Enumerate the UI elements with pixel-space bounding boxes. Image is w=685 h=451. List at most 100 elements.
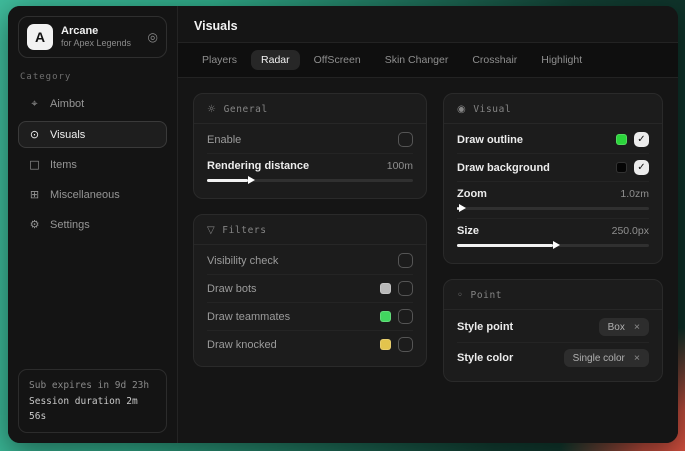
panel-filters: ▽ Filters Visibility check Dra <box>193 214 427 367</box>
draw-bots-color-swatch[interactable] <box>380 283 391 294</box>
aimbot-icon: ⌖ <box>28 97 41 111</box>
size-label: Size <box>457 225 479 237</box>
draw-bots-checkbox[interactable] <box>398 281 413 296</box>
row-zoom: Zoom 1.0zm <box>457 181 649 218</box>
miscellaneous-icon: ⊞ <box>28 188 41 201</box>
app-subtitle: for Apex Legends <box>61 38 140 49</box>
visuals-icon: ⊙ <box>28 128 41 141</box>
tab-offscreen[interactable]: OffScreen <box>304 50 371 70</box>
sidebar-spacer <box>18 241 167 369</box>
session-card: Sub expires in 9d 23h Session duration 2… <box>18 369 167 433</box>
draw-teammates-color-swatch[interactable] <box>380 311 391 322</box>
draw-background-label: Draw background <box>457 162 550 174</box>
slider-thumb[interactable] <box>553 241 560 249</box>
enable-checkbox[interactable] <box>398 132 413 147</box>
tab-crosshair[interactable]: Crosshair <box>462 50 527 70</box>
main-area: Visuals Players Radar OffScreen Skin Cha… <box>178 6 678 443</box>
tab-players[interactable]: Players <box>192 50 247 70</box>
panel-title-text: Filters <box>222 225 266 236</box>
panel-general-title: ☼ General <box>194 94 426 124</box>
size-value: 250.0px <box>612 225 649 237</box>
style-point-select[interactable]: Box × <box>599 318 649 336</box>
row-style-color: Style color Single color × <box>457 342 649 373</box>
panel-title-text: Visual <box>473 104 511 115</box>
row-draw-bots: Draw bots <box>207 274 413 302</box>
tab-radar[interactable]: Radar <box>251 50 300 70</box>
row-visibility-check: Visibility check <box>207 247 413 274</box>
point-icon: ◦ <box>457 290 464 301</box>
sidebar-item-label: Visuals <box>50 129 85 141</box>
row-style-point: Style point Box × <box>457 312 649 342</box>
visibility-check-checkbox[interactable] <box>398 253 413 268</box>
panel-title-text: Point <box>471 290 503 301</box>
brand-text: Arcane for Apex Legends <box>61 25 140 50</box>
game-backdrop: A Arcane for Apex Legends ◎ Category ⌖ A… <box>0 0 685 451</box>
sidebar-item-label: Aimbot <box>50 98 84 110</box>
panel-visual: ◉ Visual Draw outline ✓ <box>443 93 663 264</box>
sidebar-item-label: Miscellaneous <box>50 189 120 201</box>
draw-outline-checkbox[interactable]: ✓ <box>634 132 649 147</box>
filter-icon: ▽ <box>207 225 215 236</box>
panel-point-body: Style point Box × Style color Single col… <box>444 310 662 381</box>
draw-knocked-label: Draw knocked <box>207 339 277 351</box>
sidebar-item-visuals[interactable]: ⊙ Visuals <box>18 121 167 148</box>
chip-value: Box <box>608 322 625 333</box>
target-icon[interactable]: ◎ <box>148 30 158 44</box>
sidebar-item-label: Items <box>50 159 77 171</box>
panel-filters-title: ▽ Filters <box>194 215 426 245</box>
draw-teammates-checkbox[interactable] <box>398 309 413 324</box>
sidebar-item-miscellaneous[interactable]: ⊞ Miscellaneous <box>18 181 167 208</box>
page-title: Visuals <box>194 19 662 33</box>
draw-background-checkbox[interactable]: ✓ <box>634 160 649 175</box>
tab-bar: Players Radar OffScreen Skin Changer Cro… <box>178 43 678 78</box>
enable-label: Enable <box>207 134 241 146</box>
content-area: ☼ General Enable Rendering distance <box>178 78 678 443</box>
slider-thumb[interactable] <box>248 176 255 184</box>
style-point-label: Style point <box>457 321 513 333</box>
row-draw-outline: Draw outline ✓ <box>457 126 649 153</box>
slider-fill <box>457 244 553 247</box>
chip-close-icon[interactable]: × <box>634 321 640 333</box>
panel-point-title: ◦ Point <box>444 280 662 310</box>
tab-skin-changer[interactable]: Skin Changer <box>375 50 459 70</box>
app-name: Arcane <box>61 25 140 39</box>
app-logo: A <box>27 24 53 50</box>
draw-background-color-swatch[interactable] <box>616 162 627 173</box>
slider-fill <box>457 207 459 210</box>
category-label: Category <box>20 72 165 82</box>
size-slider[interactable] <box>457 244 649 247</box>
panel-filters-body: Visibility check Draw bots <box>194 245 426 366</box>
style-color-label: Style color <box>457 352 513 364</box>
sidebar-item-items[interactable]: □ Items <box>18 151 167 178</box>
visibility-check-label: Visibility check <box>207 255 278 267</box>
slider-thumb[interactable] <box>459 204 466 212</box>
draw-knocked-color-swatch[interactable] <box>380 339 391 350</box>
panel-visual-title: ◉ Visual <box>444 94 662 124</box>
panel-title-text: General <box>224 104 268 115</box>
style-color-select[interactable]: Single color × <box>564 349 649 367</box>
panel-visual-body: Draw outline ✓ Draw background <box>444 124 662 263</box>
chip-value: Single color <box>573 353 625 364</box>
logo-letter: A <box>35 29 45 45</box>
rendering-distance-slider[interactable] <box>207 179 413 182</box>
draw-outline-color-swatch[interactable] <box>616 134 627 145</box>
brand-card: A Arcane for Apex Legends ◎ <box>18 16 167 58</box>
draw-knocked-checkbox[interactable] <box>398 337 413 352</box>
sidebar-item-aimbot[interactable]: ⌖ Aimbot <box>18 90 167 118</box>
row-enable: Enable <box>207 126 413 153</box>
chip-close-icon[interactable]: × <box>634 352 640 364</box>
tab-highlight[interactable]: Highlight <box>531 50 592 70</box>
draw-outline-label: Draw outline <box>457 134 523 146</box>
items-icon: □ <box>28 158 41 171</box>
panel-general-body: Enable Rendering distance 100m <box>194 124 426 198</box>
main-header: Visuals <box>178 6 678 43</box>
row-rendering-distance: Rendering distance 100m <box>207 153 413 190</box>
draw-teammates-label: Draw teammates <box>207 311 290 323</box>
panel-point: ◦ Point Style point Box × <box>443 279 663 382</box>
zoom-slider[interactable] <box>457 207 649 210</box>
row-draw-background: Draw background ✓ <box>457 153 649 181</box>
panel-general: ☼ General Enable Rendering distance <box>193 93 427 199</box>
sidebar-item-settings[interactable]: ⚙ Settings <box>18 211 167 238</box>
eye-icon: ◉ <box>457 104 466 115</box>
sidebar-item-label: Settings <box>50 219 90 231</box>
